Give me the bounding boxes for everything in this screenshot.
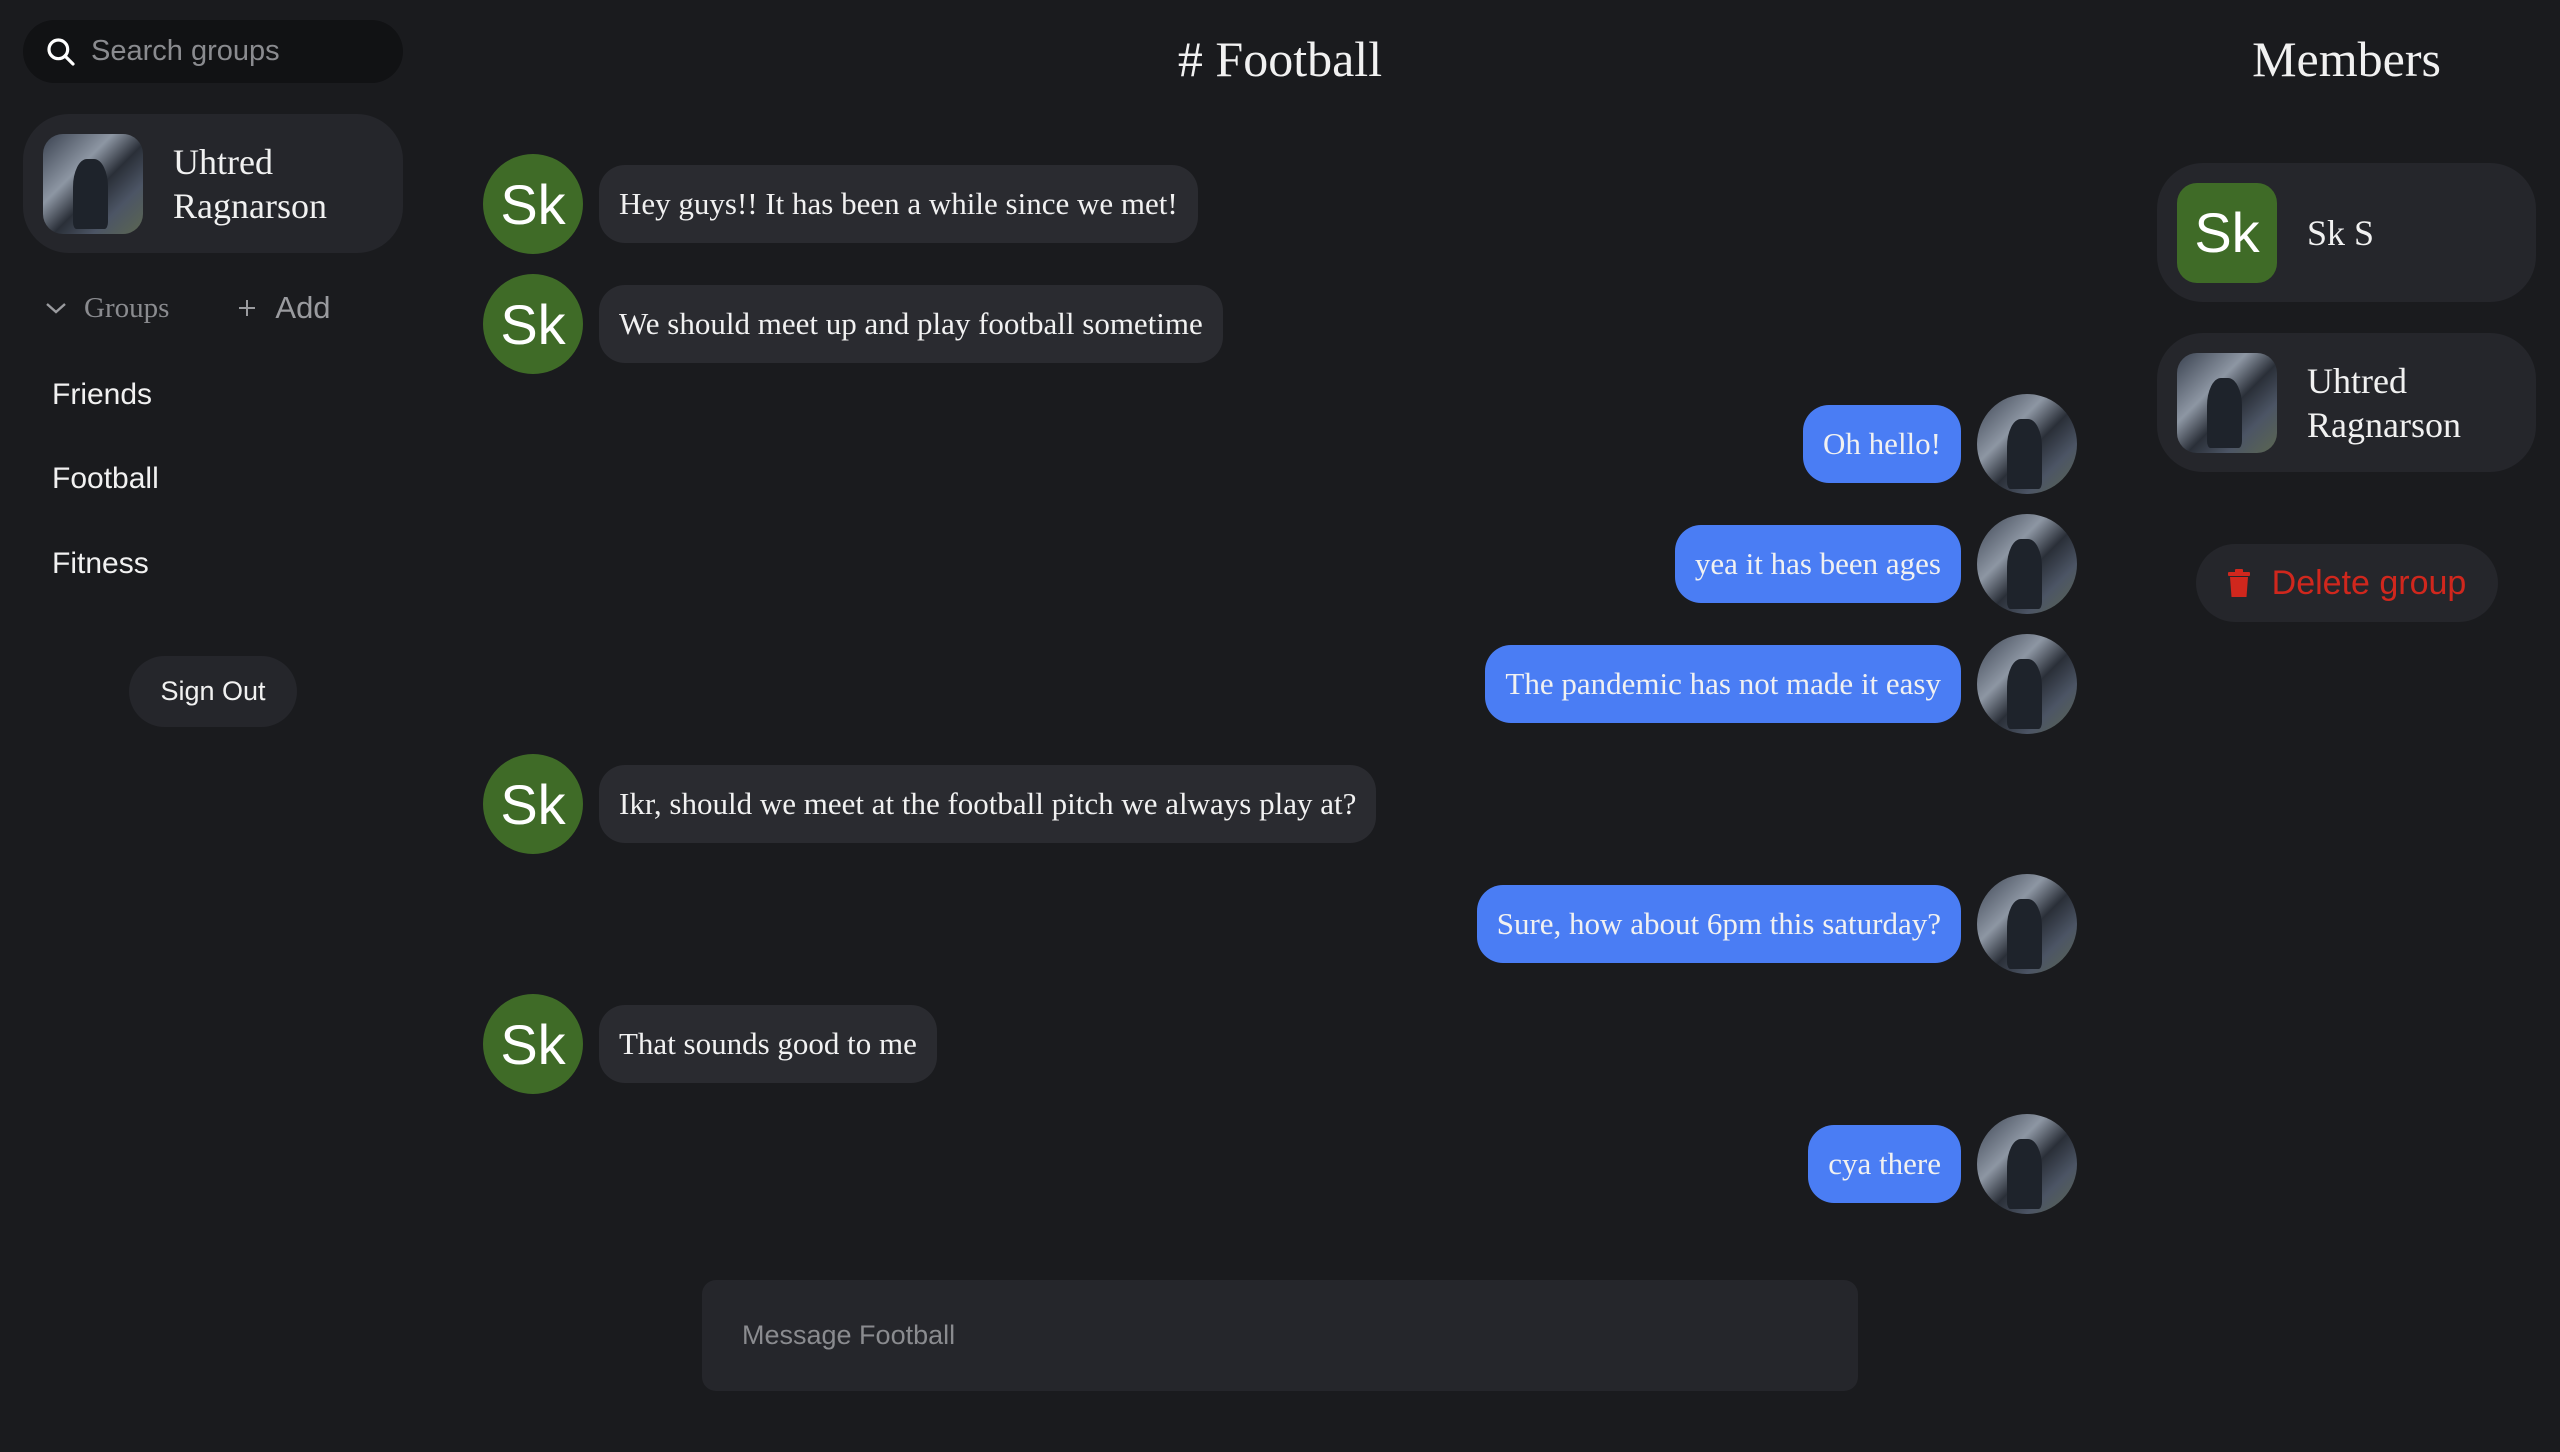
sender-avatar [1977,1114,2077,1214]
message-row: Sk We should meet up and play football so… [483,274,1223,374]
message-row: Sk Hey guys!! It has been a while since w… [483,154,1198,254]
message-bubble: Oh hello! [1803,405,1961,483]
message-bubble: Hey guys!! It has been a while since we … [599,165,1198,243]
delete-group-label: Delete group [2271,563,2467,602]
sender-avatar [1977,634,2077,734]
delete-group-button[interactable]: Delete group [2196,544,2498,622]
member-card[interactable]: Sk Sk S [2157,163,2536,302]
member-name-first: Uhtred [2307,360,2407,401]
chevron-down-icon[interactable] [44,300,68,316]
group-item-football[interactable]: Football [52,462,159,496]
add-group-button[interactable]: Add [237,290,331,326]
message-row: Oh hello! [1803,394,2077,494]
sender-avatar [1977,874,2077,974]
message-bubble: Sure, how about 6pm this saturday? [1476,885,1961,963]
user-avatar [43,133,143,234]
plus-icon [239,300,256,316]
sender-avatar: Sk [483,994,583,1094]
message-bubble: We should meet up and play football some… [599,285,1223,363]
member-name: Sk S [2307,212,2375,253]
sender-avatar [1977,394,2077,494]
message-composer[interactable] [702,1280,1858,1391]
message-input[interactable] [742,1320,1858,1351]
group-item-fitness[interactable]: Fitness [52,547,149,581]
sender-avatar: Sk [483,154,583,254]
message-bubble: The pandemic has not made it easy [1485,645,1961,723]
user-name: Uhtred Ragnarson [173,140,327,228]
sender-avatar: Sk [483,274,583,374]
message-row: The pandemic has not made it easy [1485,634,2077,734]
user-name-last: Ragnarson [173,185,327,226]
message-row: cya there [1808,1114,2077,1214]
message-bubble: cya there [1808,1125,1961,1203]
sender-avatar: Sk [483,754,583,854]
member-name: Uhtred Ragnarson [2307,359,2461,447]
user-name-first: Uhtred [173,141,273,182]
sign-out-button[interactable]: Sign Out [129,656,297,727]
add-label: Add [275,290,331,325]
member-name-last: Ragnarson [2307,404,2461,445]
member-card[interactable]: Uhtred Ragnarson [2157,333,2536,472]
sender-avatar [1977,514,2077,614]
message-bubble: yea it has been ages [1674,525,1961,603]
search-input[interactable] [91,35,391,68]
group-item-friends[interactable]: Friends [52,378,152,412]
message-bubble: That sounds good to me [599,1005,937,1083]
sidebar: UhtredRagnarson Groups Add Friends Footb… [0,0,428,1452]
search-icon [47,37,75,66]
members-title: Members [2252,31,2441,87]
groups-header: Groups Add [44,290,404,326]
message-row: yea it has been ages [1674,514,2077,614]
groups-label: Groups [84,291,170,324]
member-avatar [2177,352,2277,453]
current-user-card[interactable]: Uhtred Ragnarson [23,114,403,253]
trash-icon [2227,569,2250,597]
search-box[interactable] [23,20,403,83]
channel-title: # Football [1177,31,1383,87]
message-row: Sk Ikr, should we meet at the football pi… [483,754,1377,854]
message-row: Sure, how about 6pm this saturday? [1476,874,2077,974]
message-bubble: Ikr, should we meet at the football pitc… [599,765,1377,843]
message-row: Sk That sounds good to me [483,994,937,1094]
member-avatar: Sk [2177,182,2277,283]
